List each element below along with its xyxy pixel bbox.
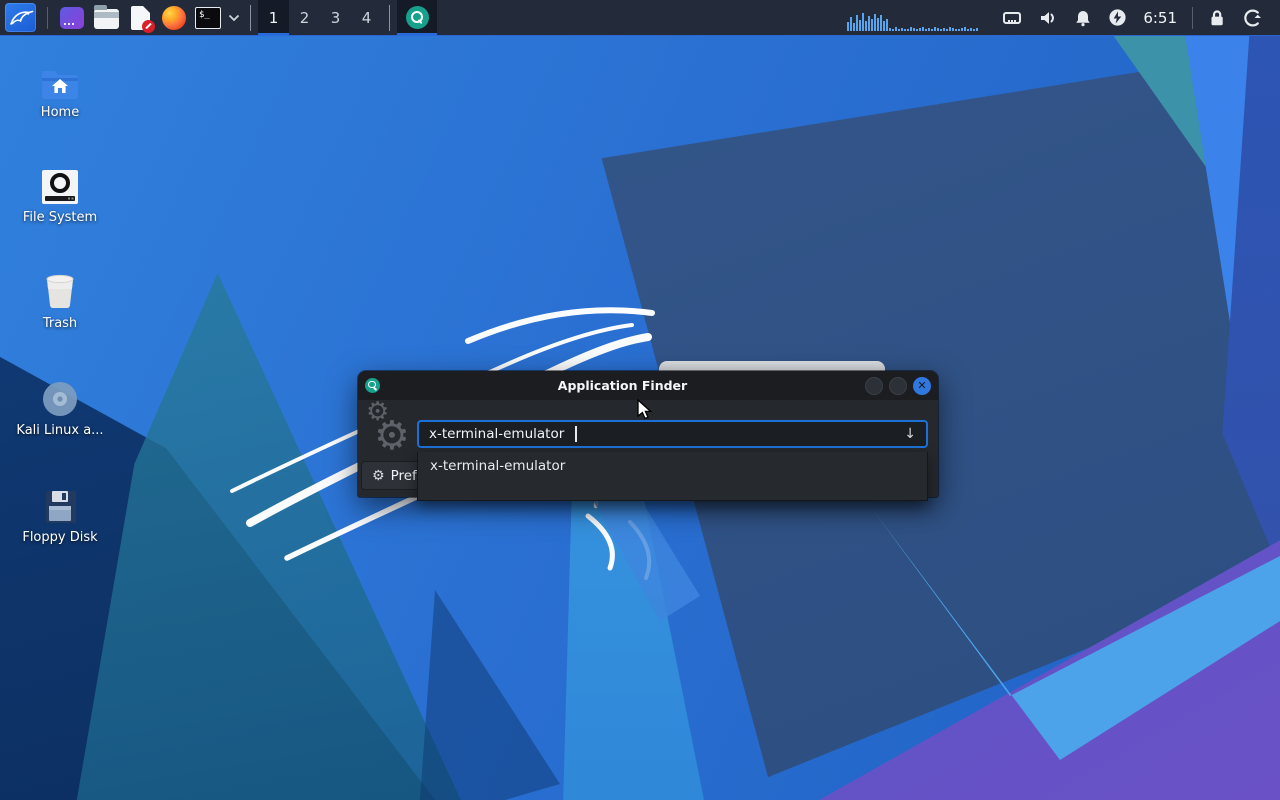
panel-separator bbox=[47, 6, 48, 29]
file-system-drive-icon bbox=[42, 170, 78, 204]
window-controls: ✕ bbox=[865, 376, 931, 395]
lock-screen-button[interactable] bbox=[1208, 8, 1226, 27]
launcher-terminal[interactable]: $_ bbox=[191, 0, 225, 35]
launcher-app-window[interactable] bbox=[55, 0, 89, 35]
search-app-icon bbox=[405, 6, 429, 29]
minimize-button[interactable] bbox=[865, 376, 883, 395]
finder-window-title: Application Finder bbox=[557, 378, 688, 393]
desktop-icon-label: Kali Linux a... bbox=[16, 423, 104, 438]
desktop-icon-file-system[interactable]: File System bbox=[10, 163, 110, 225]
desktop-icon-label: Trash bbox=[42, 316, 78, 331]
desktop-icon-label: Floppy Disk bbox=[22, 530, 98, 545]
maximize-button[interactable] bbox=[889, 376, 907, 395]
text-caret bbox=[575, 426, 577, 442]
close-button[interactable]: ✕ bbox=[913, 376, 931, 395]
volume-icon bbox=[1041, 11, 1055, 24]
power-manager-icon bbox=[1109, 9, 1126, 26]
panel-separator bbox=[250, 4, 251, 31]
mouse-cursor bbox=[637, 399, 653, 420]
finder-window-icon bbox=[365, 378, 380, 393]
workspace-1[interactable]: 1 bbox=[258, 0, 289, 36]
application-finder-window: Application Finder ✕ ⚙⚙ ⚙ Preferences x-… bbox=[358, 371, 938, 501]
floppy-disk-icon bbox=[46, 491, 76, 523]
panel-separator bbox=[389, 4, 390, 31]
kali-desktop-screen: $_ 1 2 3 4 6:51 Home File System Trash K… bbox=[0, 0, 1280, 800]
launcher-firefox[interactable] bbox=[157, 0, 191, 35]
desktop-icon-label: File System bbox=[22, 210, 98, 225]
search-input-value: x-terminal-emulator bbox=[429, 426, 565, 442]
lock-icon bbox=[1211, 10, 1223, 26]
taskbar-application-finder-button[interactable] bbox=[397, 0, 437, 36]
panel-right-group: 6:51 bbox=[847, 0, 1280, 35]
cd-disc-icon bbox=[43, 382, 77, 416]
finder-titlebar[interactable]: Application Finder ✕ bbox=[358, 371, 938, 400]
terminal-icon: $_ bbox=[195, 6, 221, 29]
volume-tray-button[interactable] bbox=[1038, 9, 1058, 27]
trash-can-icon bbox=[46, 274, 74, 308]
notifications-tray-button[interactable] bbox=[1074, 9, 1092, 27]
panel-separator bbox=[1192, 6, 1193, 29]
application-finder-gears-icon: ⚙ ⚙ bbox=[366, 397, 410, 459]
home-folder-icon bbox=[42, 71, 78, 99]
cpu-graph[interactable] bbox=[847, 5, 979, 31]
firefox-icon bbox=[162, 5, 186, 30]
launcher-dropdown-button[interactable] bbox=[225, 0, 243, 35]
logout-button[interactable] bbox=[1242, 8, 1262, 28]
desktop-icon-floppy-disk[interactable]: Floppy Disk bbox=[10, 483, 110, 545]
search-suggestions-dropdown: x-terminal-emulator bbox=[417, 452, 928, 501]
panel-left-group: $_ 1 2 3 4 bbox=[0, 0, 437, 36]
bell-icon bbox=[1076, 10, 1091, 26]
network-icon bbox=[1003, 11, 1022, 24]
finder-search-input[interactable]: x-terminal-emulator ↓ bbox=[417, 420, 928, 448]
top-panel: $_ 1 2 3 4 6:51 bbox=[0, 0, 1280, 36]
kali-dragon-icon bbox=[4, 3, 36, 32]
desktop-icon-kali-linux[interactable]: Kali Linux a... bbox=[10, 376, 110, 438]
workspace-2[interactable]: 2 bbox=[289, 0, 320, 35]
launcher-file-manager[interactable] bbox=[89, 0, 123, 35]
combo-dropdown-arrow-icon[interactable]: ↓ bbox=[904, 426, 916, 442]
desktop-icon-label: Home bbox=[40, 105, 80, 120]
desktop-icon-home[interactable]: Home bbox=[10, 58, 110, 120]
clock[interactable]: 6:51 bbox=[1143, 9, 1177, 27]
gear-icon: ⚙ bbox=[372, 467, 385, 484]
power-manager-tray-button[interactable] bbox=[1108, 8, 1127, 27]
applications-menu-button[interactable] bbox=[0, 0, 40, 35]
suggestion-item[interactable]: x-terminal-emulator bbox=[418, 452, 927, 474]
document-edit-icon bbox=[130, 5, 155, 33]
network-tray-button[interactable] bbox=[1002, 9, 1022, 27]
chevron-down-icon bbox=[228, 14, 240, 21]
folder-icon bbox=[93, 5, 119, 29]
window-app-icon bbox=[60, 6, 84, 29]
workspace-4[interactable]: 4 bbox=[351, 0, 382, 35]
desktop-icon-trash[interactable]: Trash bbox=[10, 269, 110, 331]
launcher-text-editor[interactable] bbox=[123, 0, 157, 35]
workspace-3[interactable]: 3 bbox=[320, 0, 351, 35]
logout-icon bbox=[1244, 9, 1261, 26]
